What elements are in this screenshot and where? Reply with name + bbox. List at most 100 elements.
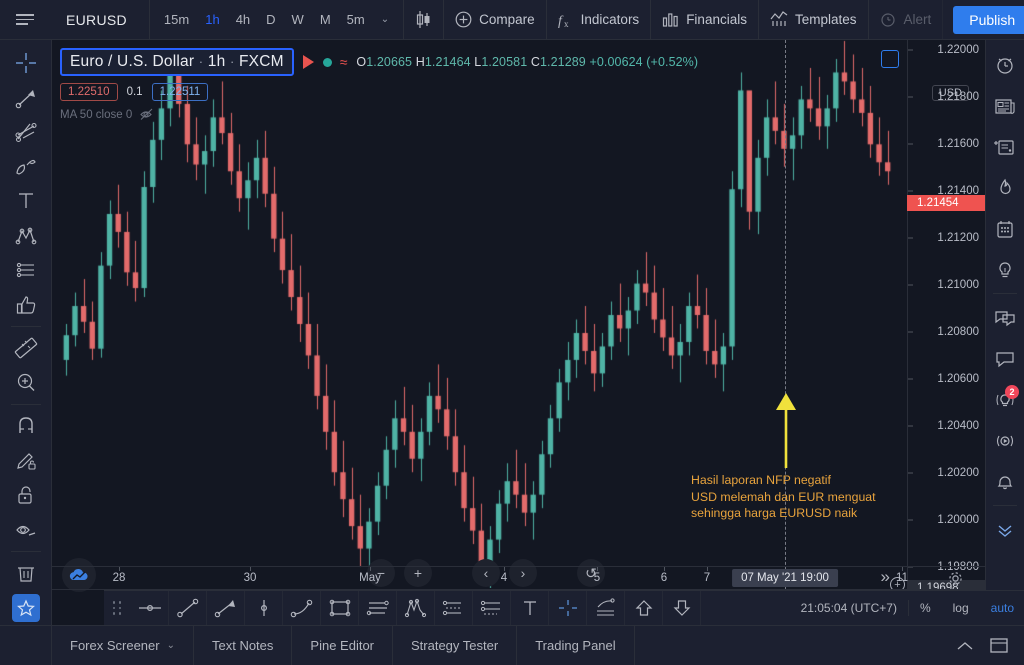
timeframe-M[interactable]: M xyxy=(312,0,339,40)
timeframe-15m[interactable]: 15m xyxy=(156,0,197,40)
text-icon[interactable] xyxy=(511,590,549,626)
bid-price-pill[interactable]: 1.22510 xyxy=(60,83,118,101)
calendar-icon[interactable] xyxy=(987,208,1023,249)
arrow-line-icon[interactable] xyxy=(207,590,245,626)
chevron-up-icon[interactable] xyxy=(956,640,974,652)
price-axis-tick xyxy=(908,472,913,474)
time-axis[interactable]: 28 30 May 4 5 6 7 11 07 May '21 19:00 xyxy=(52,566,985,590)
templates-label: Templates xyxy=(794,12,857,27)
price-axis-label: 1.20600 xyxy=(937,373,979,385)
price-axis[interactable]: USD 1.22000 1.21800 1.21600 1.21400 1.21200 1… xyxy=(907,40,985,596)
indicators-button[interactable]: f x Indicators xyxy=(547,0,652,40)
trash-icon[interactable] xyxy=(6,556,46,591)
short-position-icon[interactable] xyxy=(663,590,701,626)
price-axis-tick xyxy=(908,49,913,51)
hotlist-fire-icon[interactable] xyxy=(987,167,1023,208)
notifications-bell-icon[interactable] xyxy=(987,461,1023,502)
price-axis-tick xyxy=(908,190,913,192)
favorites-star-icon[interactable] xyxy=(6,591,46,626)
thumbs-up-icon[interactable] xyxy=(6,288,46,323)
price-axis-label: 1.20000 xyxy=(937,514,979,526)
timeframe-5m[interactable]: 5m xyxy=(339,0,373,40)
auto-scale-button[interactable]: auto xyxy=(980,601,1024,615)
pattern-lines-icon[interactable] xyxy=(587,590,625,626)
magnet-icon[interactable] xyxy=(6,409,46,444)
vertical-line-icon[interactable] xyxy=(245,590,283,626)
tab-trading-panel[interactable]: Trading Panel xyxy=(517,625,635,665)
ohlc-l-value: 1.20581 xyxy=(481,55,528,69)
bottom-drawing-toolbar: 21:05:04 (UTC+7) % log auto xyxy=(104,590,1024,626)
symbol-title[interactable]: Euro / U.S. Dollar · 1h · FXCM xyxy=(60,48,294,76)
compare-button[interactable]: Compare xyxy=(444,0,547,40)
chart-area[interactable]: Hasil laporan NFP negatif USD melemah da… xyxy=(52,40,1024,626)
brush-icon[interactable] xyxy=(6,150,46,185)
alarm-clock-icon[interactable] xyxy=(987,44,1023,85)
crosshair-icon[interactable] xyxy=(549,590,587,626)
rectangle-icon[interactable] xyxy=(321,590,359,626)
timeframe-D[interactable]: D xyxy=(258,0,283,40)
price-axis-label: 1.21000 xyxy=(937,279,979,291)
templates-button[interactable]: Templates xyxy=(759,0,869,40)
ohlc-values: O1.20665 H1.21464 L1.20581 C1.21289 +0.0… xyxy=(356,55,698,69)
eye-hidden-icon[interactable] xyxy=(140,108,156,121)
broadcast-icon[interactable] xyxy=(987,420,1023,461)
time-axis-label: May xyxy=(359,572,381,584)
grip-handle-icon[interactable] xyxy=(104,601,131,615)
expand-chart-button[interactable] xyxy=(881,50,899,68)
zoom-in-icon[interactable] xyxy=(6,366,46,401)
trend-line-icon[interactable] xyxy=(169,590,207,626)
lock-icon[interactable] xyxy=(6,478,46,513)
indicator-legend-row[interactable]: MA 50 close 0 xyxy=(60,108,698,121)
drawing-lock-icon[interactable] xyxy=(6,444,46,479)
text-tool-icon[interactable] xyxy=(6,184,46,219)
chevron-down-icon[interactable]: ⌄ xyxy=(373,14,397,25)
legend-status-icons[interactable]: ≈ xyxy=(322,54,347,70)
prediction-icon[interactable] xyxy=(6,253,46,288)
parallel-channel-icon[interactable] xyxy=(359,590,397,626)
tab-strategy-tester[interactable]: Strategy Tester xyxy=(393,625,518,665)
long-position-icon[interactable] xyxy=(625,590,663,626)
ohlc-h-value: 1.21464 xyxy=(424,55,471,69)
tab-text-notes-label: Text Notes xyxy=(211,637,274,653)
timeframe-1h[interactable]: 1h xyxy=(197,0,227,40)
tab-forex-screener[interactable]: Forex Screener ⌄ xyxy=(52,625,194,665)
legend-price-row: 1.22510 0.1 1.22511 xyxy=(60,83,698,101)
ideas-bulb-icon[interactable] xyxy=(987,249,1023,290)
time-axis-tick xyxy=(902,567,903,571)
crosshair-icon[interactable] xyxy=(6,46,46,81)
chats-icon[interactable] xyxy=(987,297,1023,338)
hamburger-icon[interactable] xyxy=(0,14,50,25)
maximize-panel-icon[interactable] xyxy=(990,638,1008,653)
tab-pine-editor[interactable]: Pine Editor xyxy=(292,625,393,665)
chat-single-icon[interactable] xyxy=(987,338,1023,379)
curve-icon[interactable] xyxy=(283,590,321,626)
timeframe-4h[interactable]: 4h xyxy=(228,0,258,40)
ideas-stream-icon[interactable]: 2 xyxy=(987,379,1023,420)
timeframe-W[interactable]: W xyxy=(284,0,312,40)
eye-icon[interactable] xyxy=(6,513,46,548)
time-axis-label: 30 xyxy=(243,572,257,584)
chart-style-button[interactable] xyxy=(404,0,445,40)
elliott-wave-icon[interactable] xyxy=(397,590,435,626)
time-axis-tick xyxy=(707,567,708,571)
collapse-chevrons-icon[interactable] xyxy=(987,509,1023,550)
patterns-icon[interactable] xyxy=(6,219,46,254)
trend-line-icon[interactable] xyxy=(6,81,46,116)
news-icon[interactable] xyxy=(987,85,1023,126)
percent-scale-button[interactable]: % xyxy=(909,601,942,615)
tab-text-notes[interactable]: Text Notes xyxy=(194,625,293,665)
publish-button[interactable]: Publish xyxy=(953,5,1024,34)
watchlist-icon[interactable] xyxy=(987,126,1023,167)
ask-price-pill[interactable]: 1.22511 xyxy=(151,83,209,101)
fib-retracement-icon[interactable] xyxy=(435,590,473,626)
alert-button[interactable]: Alert xyxy=(869,0,944,40)
fib-extension-icon[interactable] xyxy=(473,590,511,626)
financials-button[interactable]: Financials xyxy=(651,0,759,40)
log-scale-button[interactable]: log xyxy=(942,601,980,615)
gear-icon[interactable] xyxy=(948,571,963,586)
horizontal-line-icon[interactable] xyxy=(131,590,169,626)
symbol-search-button[interactable]: EURUSD xyxy=(50,0,150,40)
ruler-icon[interactable] xyxy=(6,331,46,366)
pitchfork-icon[interactable] xyxy=(6,115,46,150)
clock-label: 21:05:04 (UTC+7) xyxy=(800,601,897,615)
